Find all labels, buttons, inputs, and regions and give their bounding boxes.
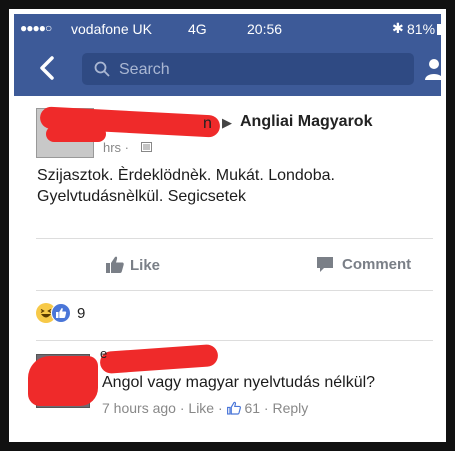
comment-like-count: 61 [244,400,261,416]
divider [36,238,433,239]
comment-label: Comment [342,256,412,273]
post-body: Szijasztok. Èrdeklödnèk. Mukát. Londoba.… [37,165,417,207]
battery-icon [437,24,441,35]
post-text-line: Gyelvtudásnèlkül. Segicsetek [37,188,246,205]
signal-strength: ●●●●○ [20,21,52,35]
post-actions: Like Comment [36,246,433,284]
carrier-name: vodafone UK [71,21,152,37]
like-label: Like [130,257,161,274]
redaction-mark [46,126,106,142]
person-icon[interactable] [424,58,444,80]
post-timestamp: hrs · [103,140,129,155]
divider [36,340,433,341]
like-reaction-icon [51,303,71,323]
comment-icon [317,257,333,272]
commenter-name[interactable]: e [100,346,107,361]
back-icon[interactable] [36,55,62,81]
group-name[interactable]: Angliai Magyarok [240,113,372,131]
thumbs-up-icon [226,401,241,415]
search-icon [94,61,110,77]
comment-like-link[interactable]: Like [188,400,214,416]
author-name[interactable]: n [203,115,212,133]
battery-percent: 81% [407,21,436,37]
divider [36,290,433,291]
bluetooth-icon: ✱ [392,20,404,36]
search-placeholder: Search [119,61,170,78]
arrow-right-icon: ▶ [222,115,232,130]
comment-text: Angol vagy magyar nyelvtudás nélkül? [102,374,376,391]
comment-reply-link[interactable]: Reply [272,400,308,416]
search-input[interactable]: Search [82,53,414,85]
audience-icon [141,140,152,155]
comment-time: 7 hours ago [102,400,176,416]
reaction-count: 9 [77,305,86,322]
nav-bar: Search [14,44,444,96]
comment-meta: 7 hours ago · Like · 61 · Reply [102,400,309,416]
post-text-line: Szijasztok. Èrdeklödnèk. Mukát. Londoba. [37,167,335,184]
status-bar: ●●●●○ vodafone UK 4G 20:56 ✱ 81% [14,14,441,44]
thumbs-up-icon [106,256,124,273]
like-button[interactable]: Like [106,256,160,274]
network-type: 4G [188,21,207,37]
comment-button[interactable]: Comment [316,256,411,273]
clock: 20:56 [247,21,283,37]
redaction-mark [28,356,98,406]
